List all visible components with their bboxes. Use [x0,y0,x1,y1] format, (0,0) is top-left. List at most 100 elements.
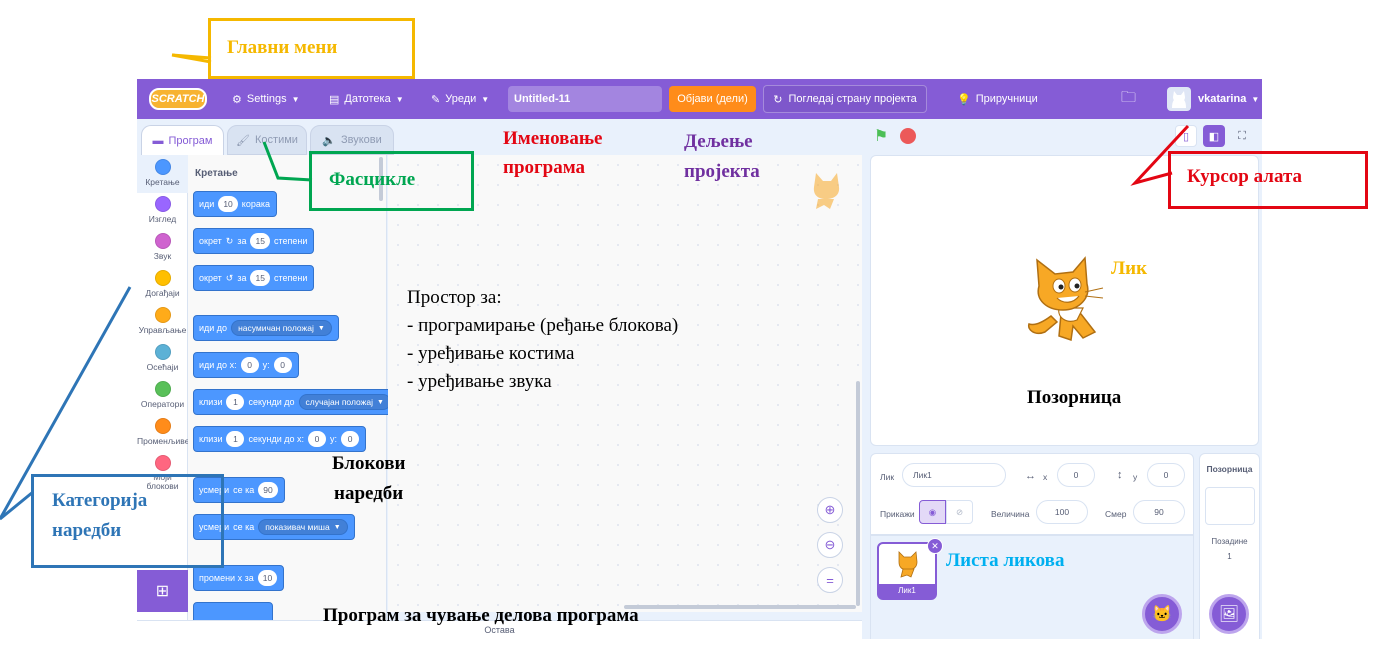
small-stage-button[interactable]: ▯ [1175,125,1197,147]
y-input[interactable]: 0 [1147,463,1185,487]
tab-code[interactable]: ▬ Програм [141,125,224,156]
size-label: Величина [991,509,1030,519]
share-button[interactable]: Објави (дели) [669,86,756,112]
zoom-out-button[interactable]: ⊖ [817,532,843,558]
delete-sprite-button[interactable]: ✕ [927,538,943,554]
category-looks[interactable]: Изглед [137,196,188,224]
block-turn-left[interactable]: окрет ↺ за 15 степени [193,265,315,291]
category-dot-icon [154,159,171,175]
file-icon: ▤ [329,93,340,106]
direction-input[interactable]: 90 [1133,500,1185,524]
block-change-x[interactable]: промени x за 10 [193,565,285,591]
category-sensing[interactable]: Осећаји [137,344,188,372]
block-goto-xy[interactable]: иди до x: 0 y: 0 [193,352,299,378]
zoom-reset-button[interactable]: = [817,567,843,593]
user-menu[interactable]: vkatarina ▼ [1198,79,1259,119]
x-input[interactable]: 0 [1057,463,1095,487]
stop-button[interactable] [897,125,919,147]
category-variables[interactable]: Променљиве [137,418,189,446]
category-label: Изглед [148,214,177,224]
tab-costumes[interactable]: 🖌 Костими [227,125,307,155]
category-operators[interactable]: Оператори [137,381,188,409]
normal-stage-button[interactable]: ◧ [1203,125,1225,147]
menu-bar: SCRATCH ⚙ Settings ▼ ▤ Датотека ▼ ✎ Уред… [137,79,1262,119]
category-sound[interactable]: Звук [137,233,188,261]
block-input[interactable]: 0 [273,357,292,373]
scratch-logo[interactable]: SCRATCH [149,88,207,110]
vertical-arrows-icon: ↕ [1117,469,1123,481]
cat-sprite[interactable] [1021,256,1111,348]
avatar[interactable] [1167,87,1191,111]
folders-annotation: Фасцикле [329,169,416,190]
block-text: клизи [199,397,223,407]
sprite-tile[interactable]: ✕ Лик1 [877,538,943,600]
sprite-name-input[interactable]: Лик1 [902,463,1006,487]
sprite-info-panel: Лик Лик1 ↔ x 0 ↕ y 0 Прикажи ◉ ⊘ Величин… [870,453,1194,535]
hide-button[interactable]: ⊘ [946,500,973,524]
dropdown-value: случајан положај [305,397,373,407]
cat-add-icon: 🐱 [1152,606,1172,623]
block-input[interactable]: 15 [250,233,270,249]
fullscreen-button[interactable]: ⛶ [1231,125,1253,147]
show-label: Прикажи [880,509,915,519]
script-vertical-scrollbar[interactable] [856,381,860,606]
script-horizontal-scrollbar[interactable] [624,605,856,609]
category-dot-icon [154,196,171,212]
choose-backdrop-button[interactable]: 🖼 [1209,594,1249,634]
category-motion[interactable]: Кретање [137,155,188,193]
dropdown-value: насумичан положај [238,323,314,333]
tutorials-button[interactable]: 💡 Приручници [957,79,1038,119]
category-annotation-line1: Категорија [52,490,148,511]
block-text: промени x за [199,573,254,583]
choose-sprite-button[interactable]: 🐱 [1142,594,1182,634]
dropdown-value: показивач миша [265,522,330,532]
code-icon: ▬ [152,135,164,147]
block-text: иди до x: [199,360,237,370]
block-text: секунди до [248,397,295,407]
eye-slash-icon: ⊘ [955,506,964,517]
show-button[interactable]: ◉ [919,500,946,524]
block-input[interactable]: 90 [258,482,278,498]
backdrop-thumbnail[interactable] [1204,487,1255,525]
block-input[interactable]: 1 [226,394,245,410]
block-text: секунди до x: [248,434,305,444]
block-input[interactable]: 15 [250,270,270,286]
tab-code-label: Програм [168,135,213,147]
project-title-input[interactable]: Untitled-11 [508,86,662,112]
chevron-down-icon: ▼ [291,94,300,104]
block-dropdown[interactable]: показивач миша ▼ [258,519,348,535]
green-flag-button[interactable]: ⚑ [870,125,892,147]
settings-menu[interactable]: ⚙ Settings ▼ [232,79,300,119]
edit-menu[interactable]: ✎ Уреди ▼ [431,79,489,119]
block-dropdown[interactable]: насумичан положај ▼ [231,320,332,336]
block-input[interactable]: 10 [257,570,278,586]
block-text: се ка [233,522,255,532]
pencil-icon: ✎ [431,93,441,106]
file-menu[interactable]: ▤ Датотека ▼ [329,79,404,119]
block-glide-xy[interactable]: клизи 1 секунди до x: 0 y: 0 [193,426,367,452]
category-control[interactable]: Управљање [137,307,188,335]
block-glide[interactable]: клизи 1 секунди до случајан положај ▼ [193,389,398,415]
category-events[interactable]: Догађаји [137,270,188,298]
size-input[interactable]: 100 [1036,500,1088,524]
category-label: Оператори [140,399,185,409]
add-extension-button[interactable]: ⊞ [137,570,188,612]
sprite-list-annotation: Листа ликова [946,550,1065,571]
block-move-steps[interactable]: иди 10 корака [193,191,277,217]
block-input[interactable]: 10 [218,196,238,212]
block-dropdown[interactable]: случајан положај ▼ [298,394,391,410]
category-dot-icon [154,344,171,360]
block-input[interactable]: 0 [341,431,360,447]
block-goto[interactable]: иди до насумичан положај ▼ [193,315,339,341]
block-turn-right[interactable]: окрет ↻ за 15 степени [193,228,315,254]
block-input[interactable]: 1 [226,431,245,447]
folder-icon[interactable]: 🗀 [1121,79,1136,119]
block-input[interactable]: 0 [308,431,327,447]
category-dot-icon [154,418,171,434]
see-project-page-button[interactable]: ↻ Погледај страну пројекта [763,85,927,113]
workspace-title: Простор за: [407,287,502,308]
zoom-in-button[interactable]: ⊕ [817,497,843,523]
stage-panel-title: Позорница [1206,464,1253,474]
see-project-label: Погледај страну пројекта [788,93,917,105]
block-input[interactable]: 0 [240,357,259,373]
